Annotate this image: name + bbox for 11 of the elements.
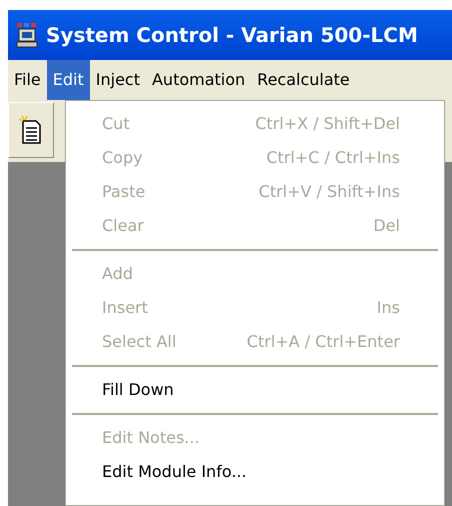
document-icon xyxy=(18,115,44,145)
computer-icon xyxy=(16,22,38,48)
menu-item[interactable]: Edit xyxy=(46,60,90,100)
menu-item[interactable]: File xyxy=(8,60,47,100)
menu-option[interactable]: Edit Module Info... xyxy=(72,455,438,489)
window-title: System Control - Varian 500-LCM xyxy=(46,22,418,49)
menu-item[interactable]: Inject xyxy=(90,60,146,100)
menu-item[interactable]: Automation xyxy=(146,60,252,100)
menu-item[interactable]: Recalculate xyxy=(251,60,356,100)
menu-option[interactable]: Fill Down xyxy=(72,373,438,407)
new-button[interactable] xyxy=(8,102,54,158)
